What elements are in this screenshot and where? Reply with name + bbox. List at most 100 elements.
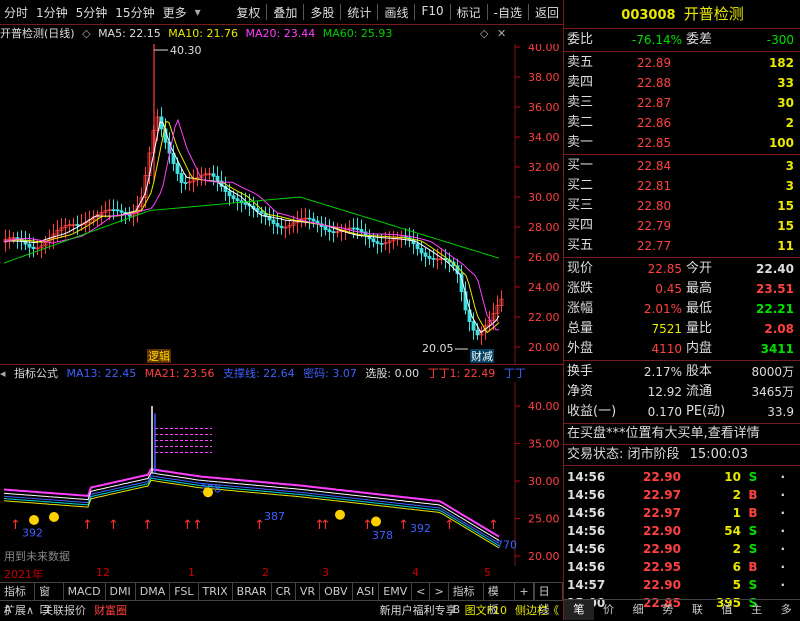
- notice-bar[interactable]: 在买盘***位置有大买单,查看详情: [564, 424, 800, 445]
- tab-indicator-a[interactable]: 指标A: [0, 583, 36, 616]
- sell-row[interactable]: 卖一 22.85 100: [564, 133, 800, 153]
- tab-indicator-b[interactable]: 指标B: [449, 583, 484, 616]
- promo-link[interactable]: 新用户福利专享: [376, 601, 461, 621]
- tab-fsl[interactable]: FSL: [170, 583, 199, 601]
- chevron-down-icon[interactable]: ▾: [191, 5, 205, 19]
- tab-trades[interactable]: 笔: [564, 600, 594, 620]
- tick-side: S: [748, 470, 758, 484]
- tab-brar[interactable]: BRAR: [233, 583, 272, 601]
- tab-trend[interactable]: 势: [653, 600, 683, 620]
- buy-level-label: 买二: [567, 178, 594, 193]
- kline-chart[interactable]: 40.00 38.00 36.00 34.00 32.00 30.00 28.00 26.00…: [0, 44, 563, 364]
- tab-dma[interactable]: DMA: [136, 583, 171, 601]
- candle-body: [271, 219, 276, 224]
- sell-row[interactable]: 卖二 22.86 2: [564, 113, 800, 133]
- ma60-label: MA60: 25.93: [322, 27, 393, 40]
- tab-multi[interactable]: 多: [771, 600, 800, 620]
- stats-label: 换手: [567, 364, 594, 379]
- tab-template[interactable]: 模 板: [484, 583, 516, 616]
- tab-1min[interactable]: 1分钟: [32, 4, 72, 21]
- indicator-name[interactable]: 指标公式: [14, 367, 58, 380]
- tab-emv[interactable]: EMV: [379, 583, 413, 601]
- ind-tick-label: 20.00: [528, 550, 560, 563]
- ma5-label: MA5: 22.15: [98, 27, 161, 40]
- stats-label: 净资: [567, 384, 594, 399]
- tick-list: 14:56 22.90 10 S · 14:56 22.97 2 B · 14:56 22.97 1…: [564, 466, 800, 612]
- quote-label: 今开: [686, 261, 713, 276]
- candle-body: [323, 226, 328, 231]
- stock-stats: 换手 2.17% 股本 8000万 净资 12.92 流通 3465万 收益(一) 0.170…: [564, 361, 800, 424]
- back-button[interactable]: 返回: [531, 4, 563, 21]
- settings-icon[interactable]: ◇: [82, 27, 90, 40]
- candle-body: [359, 229, 364, 233]
- mark-button[interactable]: 标记: [453, 4, 485, 21]
- tab-vr[interactable]: VR: [296, 583, 321, 601]
- chart-diamond-icon[interactable]: ◇: [480, 27, 488, 40]
- candle-body: [427, 255, 432, 259]
- f10-button[interactable]: F10: [417, 4, 447, 21]
- pane-divider[interactable]: [0, 364, 563, 365]
- buy-volume: 3: [785, 179, 794, 193]
- tab-price[interactable]: 价: [594, 600, 624, 620]
- tab-asi[interactable]: ASI: [353, 583, 380, 601]
- quote-label: 总量: [567, 321, 594, 336]
- buy-arrow-icon: ↑: [10, 518, 21, 533]
- tab-cr[interactable]: CR: [272, 583, 296, 601]
- remove-watchlist-button[interactable]: -自选: [490, 4, 526, 21]
- candle-body: [327, 229, 332, 233]
- tab-expand[interactable]: 扩展∧: [0, 601, 38, 621]
- tab-main[interactable]: 主: [742, 600, 772, 620]
- signal-value-label: 378: [372, 529, 393, 542]
- sell-row[interactable]: 卖五 22.89 182: [564, 53, 800, 73]
- indicator-chart[interactable]: 40.0035.0030.0025.0020.00 ↑ ↑ ↑ ↑ ↑ ↑ ↑ ↑↑ ↑ ↑ ↑ ↑3…: [0, 382, 563, 566]
- ma10-label: MA10: 21.76: [168, 27, 238, 40]
- divider: [486, 3, 488, 20]
- tick-dot: ·: [780, 524, 785, 538]
- draw-line-button[interactable]: 画线: [380, 4, 412, 21]
- sell-row[interactable]: 卖四 22.88 33: [564, 73, 800, 93]
- tick-dot: ·: [780, 578, 785, 592]
- chart-close-icon[interactable]: ✕: [497, 27, 506, 40]
- kline-ma-lines: [3, 118, 500, 334]
- multi-stock-button[interactable]: 多股: [306, 4, 338, 21]
- tab-dmi[interactable]: DMI: [106, 583, 136, 601]
- sell-level-label: 卖三: [567, 95, 594, 110]
- tab-f10-graphic[interactable]: 图文F10: [461, 601, 511, 621]
- add-tab-button[interactable]: +: [515, 583, 534, 601]
- tab-value[interactable]: 值: [712, 600, 742, 620]
- sidebar-toggle[interactable]: 侧边栏《: [511, 601, 563, 621]
- sell-row[interactable]: 卖三 22.87 30: [564, 93, 800, 113]
- candle-body: [115, 209, 120, 212]
- tab-5min[interactable]: 5分钟: [72, 4, 112, 21]
- tick-dot: ·: [780, 506, 785, 520]
- tab-daily[interactable]: 日线: [533, 583, 564, 616]
- buy-row[interactable]: 买三 22.80 15: [564, 196, 800, 216]
- buy-level-label: 买四: [567, 218, 594, 233]
- buy-row[interactable]: 买五 22.77 11: [564, 236, 800, 256]
- fuquan-button[interactable]: 复权: [232, 4, 264, 21]
- tab-wealth-circle[interactable]: 财富圈: [90, 601, 131, 621]
- tab-timeshare[interactable]: 分时: [0, 4, 32, 21]
- tab-15min[interactable]: 15分钟: [111, 4, 158, 21]
- tab-obv[interactable]: OBV: [320, 583, 353, 601]
- overlay-button[interactable]: 叠加: [269, 4, 301, 21]
- period-toolbar: 分时 1分钟 5分钟 15分钟 更多 ▾ 复权 叠加 多股 统计 画线 F10 …: [0, 0, 563, 25]
- tab-detail[interactable]: 细: [623, 600, 653, 620]
- tab-macd[interactable]: MACD: [64, 583, 106, 601]
- tab-trix[interactable]: TRIX: [199, 583, 233, 601]
- buy-row[interactable]: 买四 22.79 15: [564, 216, 800, 236]
- price-tick-label: 32.00: [528, 161, 560, 174]
- buy-row[interactable]: 买二 22.81 3: [564, 176, 800, 196]
- tab-linked[interactable]: 联: [683, 600, 713, 620]
- stats-button[interactable]: 统计: [343, 4, 375, 21]
- tab-more[interactable]: 更多: [159, 4, 191, 21]
- sell-volume: 100: [768, 136, 794, 150]
- collapse-icon[interactable]: ◂: [0, 367, 6, 380]
- tab-window[interactable]: 窗口: [35, 583, 64, 616]
- scroll-left-button[interactable]: <: [412, 583, 431, 601]
- tab-related-quote[interactable]: 关联报价: [38, 601, 90, 621]
- notice-text[interactable]: 在买盘***位置有大买单,查看详情: [567, 426, 760, 441]
- scroll-right-button[interactable]: >: [430, 583, 449, 601]
- weicha-label: 委差: [686, 32, 713, 47]
- buy-row[interactable]: 买一 22.84 3: [564, 156, 800, 176]
